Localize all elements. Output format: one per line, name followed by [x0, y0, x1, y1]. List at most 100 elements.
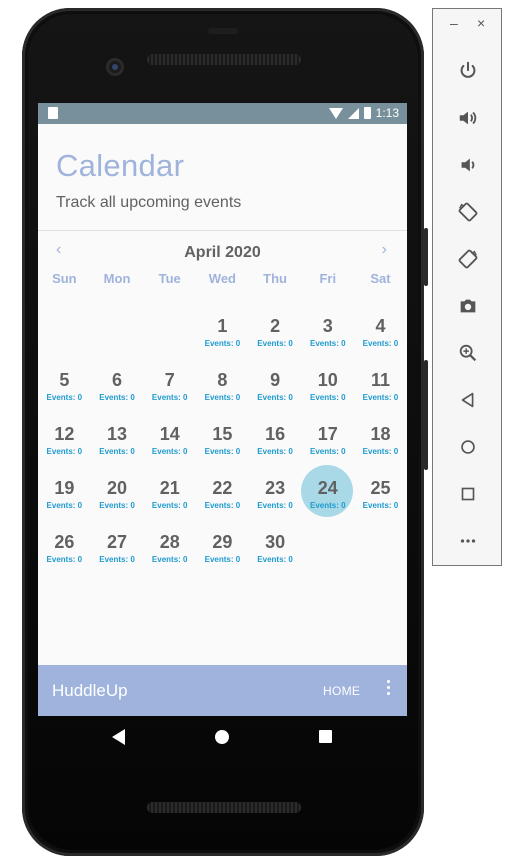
overflow-menu-icon[interactable]	[387, 680, 391, 698]
day-cell[interactable]: 21 Events: 0	[143, 464, 196, 518]
day-cell[interactable]: 5 Events: 0	[38, 356, 91, 410]
calendar-week-row: 19 Events: 0 20 Events: 0 21 Events: 0 22 Event…	[38, 464, 407, 518]
empty-day-cell	[143, 302, 196, 356]
event-count: Events: 0	[309, 339, 346, 348]
sim-card-icon	[48, 107, 58, 119]
minimize-button[interactable]: –	[450, 15, 458, 31]
more-button[interactable]	[433, 517, 503, 564]
event-count: Events: 0	[362, 447, 399, 456]
power-button[interactable]	[433, 47, 503, 94]
event-count: Events: 0	[204, 555, 241, 564]
rotate-right-button[interactable]	[433, 235, 503, 282]
day-cell[interactable]: 12 Events: 0	[38, 410, 91, 464]
event-count: Events: 0	[99, 447, 135, 456]
weekday-header-row: Sun Mon Tue Wed Thu Fri Sat	[38, 271, 407, 286]
event-count: Events: 0	[204, 393, 241, 402]
day-cell[interactable]: 10 Events: 0	[301, 356, 354, 410]
day-number: 13	[107, 424, 128, 444]
top-slot	[208, 28, 238, 34]
day-cell[interactable]: 6 Events: 0	[91, 356, 144, 410]
android-nav-bar	[38, 716, 407, 758]
event-count: Events: 0	[362, 393, 399, 402]
day-number: 27	[107, 532, 128, 552]
day-cell[interactable]: 23 Events: 0	[249, 464, 302, 518]
day-cell[interactable]: 27 Events: 0	[91, 518, 144, 572]
day-number: 24	[317, 478, 338, 498]
chevron-right-icon[interactable]: ›	[382, 241, 387, 259]
volume-down-button[interactable]	[433, 141, 503, 188]
day-number: 2	[270, 316, 281, 336]
day-number: 20	[107, 478, 128, 498]
page-title: Calendar	[56, 148, 185, 183]
home-icon[interactable]	[215, 730, 229, 744]
zoom-button[interactable]	[433, 329, 503, 376]
day-cell[interactable]: 18 Events: 0	[354, 410, 407, 464]
power-icon	[460, 61, 476, 78]
calendar-week-row: 12 Events: 0 13 Events: 0 14 Events: 0 15 Event…	[38, 410, 407, 464]
recents-icon[interactable]	[319, 730, 332, 743]
zoom-icon	[459, 344, 477, 361]
event-count: Events: 0	[151, 555, 188, 564]
day-number: 23	[265, 478, 286, 498]
day-cell[interactable]: 24 Events: 0	[301, 464, 354, 518]
app-screen: 1:13 Calendar Track all upcoming events …	[38, 103, 407, 716]
day-cell[interactable]: 30 Events: 0	[249, 518, 302, 572]
day-cell[interactable]: 11 Events: 0	[354, 356, 407, 410]
event-count: Events: 0	[362, 501, 399, 510]
day-cell[interactable]: 19 Events: 0	[38, 464, 91, 518]
day-cell[interactable]: 22 Events: 0	[196, 464, 249, 518]
event-count: Events: 0	[99, 555, 135, 564]
day-cell[interactable]: 26 Events: 0	[38, 518, 91, 572]
day-cell[interactable]: 2 Events: 0	[249, 302, 302, 356]
day-number: 26	[54, 532, 75, 552]
rotate-left-button[interactable]	[433, 188, 503, 235]
screen-header: Calendar Track all upcoming events	[38, 124, 407, 212]
day-cell[interactable]: 8 Events: 0	[196, 356, 249, 410]
empty-day-cell	[354, 518, 407, 572]
weekday-label: Wed	[208, 271, 237, 286]
top-speaker	[147, 54, 301, 65]
day-number: 15	[212, 424, 233, 444]
volume-up-button[interactable]	[433, 94, 503, 141]
screenshot-button[interactable]	[433, 282, 503, 329]
day-cell[interactable]: 9 Events: 0	[249, 356, 302, 410]
day-cell[interactable]: 3 Events: 0	[301, 302, 354, 356]
day-cell[interactable]: 1 Events: 0	[196, 302, 249, 356]
event-count: Events: 0	[257, 555, 293, 564]
day-cell[interactable]: 14 Events: 0	[143, 410, 196, 464]
day-cell[interactable]: 15 Events: 0	[196, 410, 249, 464]
emu-overview-button[interactable]	[433, 470, 503, 517]
day-number: 25	[370, 478, 391, 498]
event-count: Events: 0	[204, 447, 241, 456]
day-cell[interactable]: 16 Events: 0	[249, 410, 302, 464]
emu-back-button[interactable]	[433, 376, 503, 423]
day-cell[interactable]: 17 Events: 0	[301, 410, 354, 464]
day-cell[interactable]: 20 Events: 0	[91, 464, 144, 518]
volume-up-icon	[459, 111, 477, 124]
month-label: April 2020	[184, 244, 261, 261]
camera-icon	[460, 299, 476, 312]
day-cell[interactable]: 29 Events: 0	[196, 518, 249, 572]
signal-icon	[347, 107, 359, 119]
day-cell[interactable]: 7 Events: 0	[143, 356, 196, 410]
day-number: 8	[217, 370, 228, 390]
weekday-label: Sat	[370, 271, 391, 286]
home-button[interactable]: HOME	[323, 684, 360, 698]
day-cell[interactable]: 13 Events: 0	[91, 410, 144, 464]
day-cell[interactable]: 25 Events: 0	[354, 464, 407, 518]
empty-day-cell	[301, 518, 354, 572]
emu-home-button[interactable]	[433, 423, 503, 470]
back-icon[interactable]	[112, 729, 125, 745]
day-number: 30	[265, 532, 286, 552]
battery-icon	[363, 107, 371, 119]
empty-day-cell	[38, 302, 91, 356]
close-button[interactable]: ×	[477, 15, 485, 31]
day-cell[interactable]: 4 Events: 0	[354, 302, 407, 356]
day-cell[interactable]: 28 Events: 0	[143, 518, 196, 572]
day-number: 6	[112, 370, 123, 390]
event-count: Events: 0	[46, 447, 83, 456]
bottom-app-bar: HuddleUp HOME	[38, 665, 407, 716]
event-count: Events: 0	[151, 501, 188, 510]
day-number: 9	[270, 370, 281, 390]
weekday-label: Mon	[103, 271, 131, 286]
